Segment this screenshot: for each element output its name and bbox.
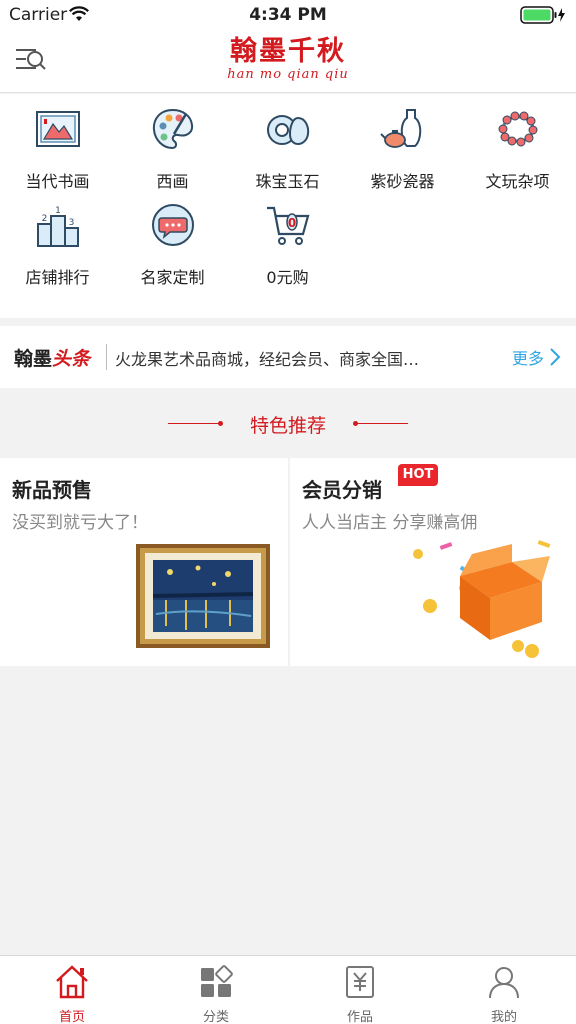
promo-card-new-presale[interactable]: 新品预售 没买到就亏大了！ [0,458,288,666]
svg-text:1: 1 [55,206,61,216]
headline-ticker-text[interactable]: 火龙果艺术品商城，经纪会员、商家全国… [115,346,445,370]
svg-text:0: 0 [288,216,296,230]
jade-jewelry-icon [267,115,310,146]
promo-title: 新品预售 [12,478,92,502]
chat-custom-icon [152,204,194,246]
category-label: 店铺排行 [25,268,90,287]
category-item-zero-yuan-buy[interactable]: 0 0元购 [230,190,345,287]
painting-frame-icon [36,111,80,147]
category-item-antiques-misc[interactable]: 文玩杂项 [460,94,575,191]
headline-divider [106,344,107,370]
tab-label: 我的 [490,1010,517,1024]
category-label: 名家定制 [140,268,205,287]
nav-bar: 翰墨千秋 han mo qian qiu [0,30,576,93]
category-label: 紫砂瓷器 [370,172,435,191]
logo-chinese: 翰墨千秋 [230,36,346,67]
category-label: 0元购 [266,268,309,287]
tab-profile[interactable]: 我的 [432,956,576,1024]
user-profile-icon [489,967,519,999]
featured-title-text: 特色推荐 [249,415,326,437]
artwork-yen-icon [346,966,374,998]
category-grid-icon [201,965,233,997]
podium-ranking-icon: 1 2 3 [37,206,79,247]
tab-label: 作品 [346,1010,373,1024]
menu-search-icon[interactable] [14,44,48,76]
tab-label: 首页 [58,1010,85,1024]
category-label: 当代书画 [25,172,90,191]
shopping-cart-icon: 0 [267,206,310,245]
headline-brand-red: 头条 [52,348,91,370]
category-item-western-painting[interactable]: 西画 [115,94,230,191]
category-item-zisha-porcelain[interactable]: 紫砂瓷器 [345,94,460,191]
palette-icon [152,108,194,150]
featured-section-title: 特色推荐 [0,400,576,446]
category-label: 文玩杂项 [485,172,550,191]
promo-subtitle: 人人当店主 分享赚高佣 [302,513,478,533]
home-icon [56,965,88,999]
category-item-shop-ranking[interactable]: 1 2 3 店铺排行 [0,190,115,287]
status-time: 4:34 PM [249,5,327,25]
starry-night-painting-image [136,544,270,648]
headline-brand-black: 翰墨 [14,348,53,370]
logo-pinyin: han mo qian qiu [227,67,349,82]
tab-home[interactable]: 首页 [0,956,144,1024]
bead-bracelet-icon [498,111,538,147]
app-logo: 翰墨千秋 han mo qian qiu [222,36,354,88]
category-label: 珠宝玉石 [255,172,320,191]
promo-subtitle: 没买到就亏大了！ [12,513,148,533]
tab-category[interactable]: 分类 [144,956,288,1024]
status-bar: Carrier 4:34 PM [0,0,576,30]
headline-news-bar[interactable]: 翰墨头条 火龙果艺术品商城，经纪会员、商家全国… 更多 [0,326,576,388]
bottom-tab-bar: 首页 分类 作品 我的 [0,955,576,1024]
category-item-master-custom[interactable]: 名家定制 [115,190,230,287]
svg-text:2: 2 [42,214,48,224]
headline-brand: 翰墨头条 [14,344,90,371]
category-grid: 当代书画 西画 珠宝玉石 紫砂瓷器 文玩杂项 1 2 3 店铺排行 名家定制 0… [0,94,576,318]
title-line-right [356,423,408,424]
battery-charging-icon [520,6,565,24]
tab-label: 分类 [202,1010,229,1024]
headline-more-link[interactable]: 更多 [512,345,544,369]
category-label: 西画 [156,172,189,191]
promo-card-member-distribution[interactable]: 会员分销 HOT 人人当店主 分享赚高佣 [290,458,576,666]
category-item-contemporary-calligraphy[interactable]: 当代书画 [0,94,115,191]
category-item-jewelry-jade[interactable]: 珠宝玉石 [230,94,345,191]
teapot-vase-icon [380,109,422,148]
svg-text:3: 3 [69,218,75,228]
hot-badge: HOT [398,464,438,486]
tab-artworks[interactable]: 作品 [288,956,432,1024]
chevron-right-icon[interactable] [548,347,562,367]
promo-title: 会员分销 [302,478,382,502]
gift-box-coins-image [413,540,551,658]
